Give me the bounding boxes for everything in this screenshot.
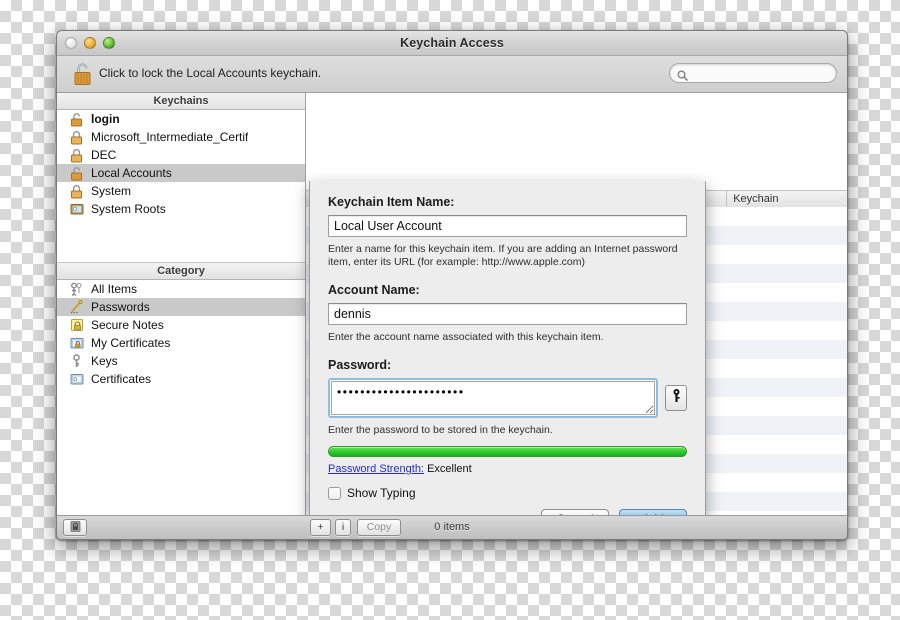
sidebar-item-label: Secure Notes [91, 318, 164, 332]
unlocked-padlock-icon[interactable] [72, 61, 94, 87]
sidebar-item-label: My Certificates [91, 336, 170, 350]
show-typing-label: Show Typing [347, 486, 416, 500]
secure-notes-icon [69, 317, 86, 333]
sidebar-item-label: Local Accounts [91, 166, 172, 180]
show-keychains-icon [69, 522, 82, 534]
sidebar-item-system[interactable]: System [57, 182, 305, 200]
sidebar-item-label: System [91, 184, 131, 198]
key-icon [671, 388, 682, 409]
item-count-label: 0 items [57, 516, 847, 539]
password-strength-value: Excellent [427, 463, 472, 475]
certificate-icon [69, 371, 86, 387]
category-section-header: Category [57, 262, 305, 280]
sidebar-item-label: Passwords [91, 300, 150, 314]
sidebar-item-my-certificates[interactable]: My Certificates [57, 334, 305, 352]
sidebar-item-passwords[interactable]: Passwords [57, 298, 305, 316]
keychain-item-name-help: Enter a name for this keychain item. If … [328, 243, 687, 269]
sidebar-item-local-accounts[interactable]: Local Accounts [57, 164, 305, 182]
sidebar-item-dec[interactable]: DEC [57, 146, 305, 164]
my-certificates-icon [69, 335, 86, 351]
password-help: Enter the password to be stored in the k… [328, 424, 687, 437]
certificate-icon [69, 201, 86, 217]
account-name-input[interactable] [328, 303, 687, 325]
sidebar-item-login[interactable]: login [57, 110, 305, 128]
sidebar-item-label: Certificates [91, 372, 151, 386]
lock-status-message[interactable]: Click to lock the Local Accounts keychai… [99, 66, 321, 80]
password-row: •••••••••••••••••••••• [328, 378, 687, 418]
add-item-button[interactable]: + [310, 519, 331, 536]
key-icon [69, 353, 86, 369]
password-field-focus-ring: •••••••••••••••••••••• [328, 378, 658, 418]
password-strength-bar [328, 446, 687, 457]
new-password-item-sheet: Keychain Item Name: Enter a name for thi… [309, 181, 706, 540]
keychain-unlocked-icon [69, 165, 86, 181]
password-label: Password: [328, 358, 687, 372]
info-button[interactable]: i [335, 519, 351, 536]
show-typing-row[interactable]: Show Typing [328, 486, 687, 500]
zoom-window-button[interactable] [103, 37, 115, 49]
sidebar: Keychains login [57, 93, 306, 518]
window-title: Keychain Access [57, 31, 847, 55]
sidebar-item-secure-notes[interactable]: Secure Notes [57, 316, 305, 334]
keychains-section-header: Keychains [57, 93, 305, 110]
all-items-icon [69, 281, 86, 297]
sidebar-item-label: DEC [91, 148, 116, 162]
close-window-button[interactable] [65, 37, 77, 49]
keychain-locked-icon [69, 183, 86, 199]
keychain-locked-icon [69, 129, 86, 145]
window-toolbar: Click to lock the Local Accounts keychai… [57, 56, 847, 93]
category-list: All Items Passwords [57, 280, 305, 388]
account-name-help: Enter the account name associated with t… [328, 331, 687, 344]
password-input[interactable]: •••••••••••••••••••••• [331, 381, 655, 415]
search-input[interactable] [692, 64, 828, 84]
keychain-access-window: Keychain Access Click to lock the Local … [56, 30, 848, 540]
keychain-unlocked-icon [69, 111, 86, 127]
keychain-item-name-input[interactable] [328, 215, 687, 237]
window-bottom-bar: 0 items + i Copy [57, 515, 847, 539]
minimize-window-button[interactable] [84, 37, 96, 49]
search-field[interactable] [669, 63, 837, 83]
passwords-icon [69, 299, 86, 315]
sidebar-item-label: login [91, 112, 120, 126]
sidebar-item-all-items[interactable]: All Items [57, 280, 305, 298]
keychains-list: login Microsoft_Intermediate_Certif [57, 110, 305, 218]
sidebar-item-certificates[interactable]: Certificates [57, 370, 305, 388]
sidebar-item-label: All Items [91, 282, 137, 296]
sidebar-item-system-roots[interactable]: System Roots [57, 200, 305, 218]
password-strength-line: Password Strength: Excellent [328, 463, 687, 475]
window-body: Keychains login [57, 93, 847, 518]
sidebar-item-label: Keys [91, 354, 118, 368]
window-controls [65, 37, 115, 49]
sidebar-item-label: Microsoft_Intermediate_Certif [91, 130, 248, 144]
show-keychains-button[interactable] [63, 519, 87, 536]
sidebar-item-microsoft-intermediate[interactable]: Microsoft_Intermediate_Certif [57, 128, 305, 146]
search-icon [677, 68, 688, 86]
account-name-label: Account Name: [328, 283, 687, 297]
sidebar-item-keys[interactable]: Keys [57, 352, 305, 370]
copy-button[interactable]: Copy [357, 519, 401, 536]
sidebar-item-label: System Roots [91, 202, 166, 216]
keychain-locked-icon [69, 147, 86, 163]
column-header-keychain[interactable]: Keychain [727, 191, 847, 208]
show-typing-checkbox[interactable] [328, 487, 341, 500]
password-assistant-button[interactable] [665, 385, 687, 411]
password-strength-link[interactable]: Password Strength: [328, 463, 424, 475]
keychain-item-name-label: Keychain Item Name: [328, 181, 687, 209]
window-titlebar: Keychain Access [57, 31, 847, 56]
